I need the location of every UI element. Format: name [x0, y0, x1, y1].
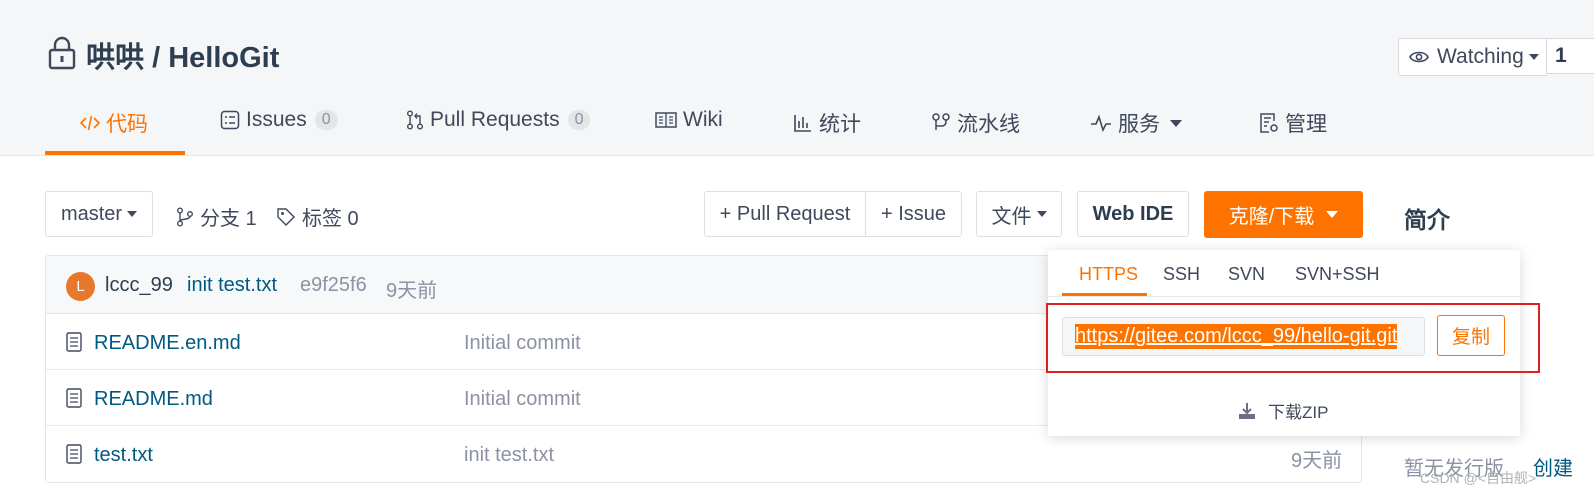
tab-label: Wiki: [683, 108, 723, 131]
issues-icon: [220, 110, 246, 130]
download-zip-label: 下载ZIP: [1268, 403, 1329, 422]
issues-count-badge: 0: [314, 110, 338, 130]
repo-owner[interactable]: 哄哄: [86, 42, 144, 74]
chevron-down-icon: [1528, 54, 1539, 60]
file-icon: [66, 332, 82, 357]
clone-tab-svn[interactable]: SVN: [1228, 264, 1265, 285]
pull-requests-count-badge: 0: [567, 110, 591, 130]
tab-label: 管理: [1285, 113, 1327, 136]
clone-tab-ssh[interactable]: SSH: [1163, 264, 1200, 285]
tab-services[interactable]: 服务: [1090, 108, 1182, 138]
file-name[interactable]: README.md: [94, 388, 213, 411]
new-pull-request-button[interactable]: + Pull Request: [704, 191, 866, 237]
tab-label: Issues: [246, 108, 307, 131]
commit-message[interactable]: init test.txt: [187, 274, 277, 297]
clone-download-button[interactable]: 克隆/下载: [1204, 191, 1363, 238]
annotation-highlight-box: [1046, 303, 1540, 373]
file-icon: [66, 388, 82, 413]
tab-label: Pull Requests: [430, 108, 560, 131]
active-clone-tab-indicator: [1062, 293, 1147, 296]
branch-select-label: master: [60, 202, 123, 225]
chevron-down-icon: [127, 211, 138, 217]
settings-doc-icon: [1259, 112, 1285, 134]
wiki-icon: [655, 111, 683, 129]
repo-name[interactable]: HelloGit: [168, 42, 279, 74]
file-icon: [66, 444, 82, 469]
clone-tabs-divider: [1048, 296, 1520, 297]
code-icon: [80, 114, 106, 132]
file-commit-message[interactable]: init test.txt: [464, 444, 554, 467]
commit-time: 9天前: [386, 280, 438, 302]
watermark: CSDN @<自由舰>: [1420, 470, 1537, 486]
lock-icon: [47, 36, 77, 75]
tab-issues[interactable]: Issues 0: [220, 108, 338, 132]
file-menu-label: 文件: [991, 205, 1032, 228]
tab-label: 代码: [106, 113, 148, 136]
tab-pull-requests[interactable]: Pull Requests 0: [406, 108, 591, 132]
branch-select[interactable]: master: [45, 191, 153, 237]
tab-wiki[interactable]: Wiki: [655, 108, 723, 132]
download-zip-link[interactable]: 下载ZIP: [1238, 398, 1328, 423]
clone-tab-https[interactable]: HTTPS: [1079, 264, 1138, 285]
branches-link[interactable]: 分支 1: [176, 202, 257, 231]
eye-icon: [1409, 50, 1429, 64]
pipeline-icon: [931, 112, 957, 134]
file-menu-button[interactable]: 文件: [976, 191, 1062, 237]
repo-separator: /: [144, 42, 169, 74]
pull-request-icon: [406, 110, 430, 130]
create-release-link[interactable]: 创建: [1533, 452, 1573, 481]
file-name[interactable]: README.en.md: [94, 332, 241, 355]
file-commit-time: 9天前: [1291, 450, 1343, 472]
avatar[interactable]: L: [66, 272, 95, 301]
watch-button[interactable]: Watching: [1398, 38, 1547, 76]
tab-label: 流水线: [957, 113, 1020, 136]
sidebar-intro-title: 简介: [1404, 207, 1450, 233]
new-issue-button[interactable]: + Issue: [865, 191, 962, 237]
file-commit-message[interactable]: Initial commit: [464, 388, 581, 411]
tab-label: 统计: [819, 113, 861, 136]
web-ide-button[interactable]: Web IDE: [1077, 191, 1189, 237]
tab-pipeline[interactable]: 流水线: [931, 108, 1020, 138]
stats-icon: [793, 113, 819, 133]
tab-stats[interactable]: 统计: [793, 108, 861, 138]
chevron-down-icon: [1036, 211, 1047, 217]
pulse-icon: [1090, 114, 1118, 132]
tag-icon: [276, 207, 296, 227]
file-commit-message[interactable]: Initial commit: [464, 332, 581, 355]
tab-manage[interactable]: 管理: [1259, 108, 1327, 138]
watch-label: Watching: [1437, 45, 1524, 68]
tags-link[interactable]: 标签 0: [276, 202, 359, 231]
branch-icon: [176, 207, 194, 227]
clone-tab-svn-ssh[interactable]: SVN+SSH: [1295, 264, 1380, 285]
chevron-down-icon: [1326, 211, 1339, 218]
tags-label: 标签 0: [302, 208, 359, 230]
file-name[interactable]: test.txt: [94, 444, 153, 467]
tab-code[interactable]: 代码: [80, 108, 148, 138]
branches-label: 分支 1: [200, 208, 257, 230]
download-icon: [1238, 402, 1256, 420]
commit-author[interactable]: lccc_99: [105, 274, 173, 297]
commit-hash[interactable]: e9f25f6: [300, 274, 367, 297]
watch-count[interactable]: 1: [1546, 38, 1594, 74]
active-tab-indicator: [45, 151, 185, 155]
clone-download-label: 克隆/下载: [1228, 206, 1315, 228]
tab-label: 服务: [1118, 113, 1160, 136]
chevron-down-icon: [1170, 119, 1182, 127]
repo-title[interactable]: 哄哄 / HelloGit: [86, 34, 279, 76]
